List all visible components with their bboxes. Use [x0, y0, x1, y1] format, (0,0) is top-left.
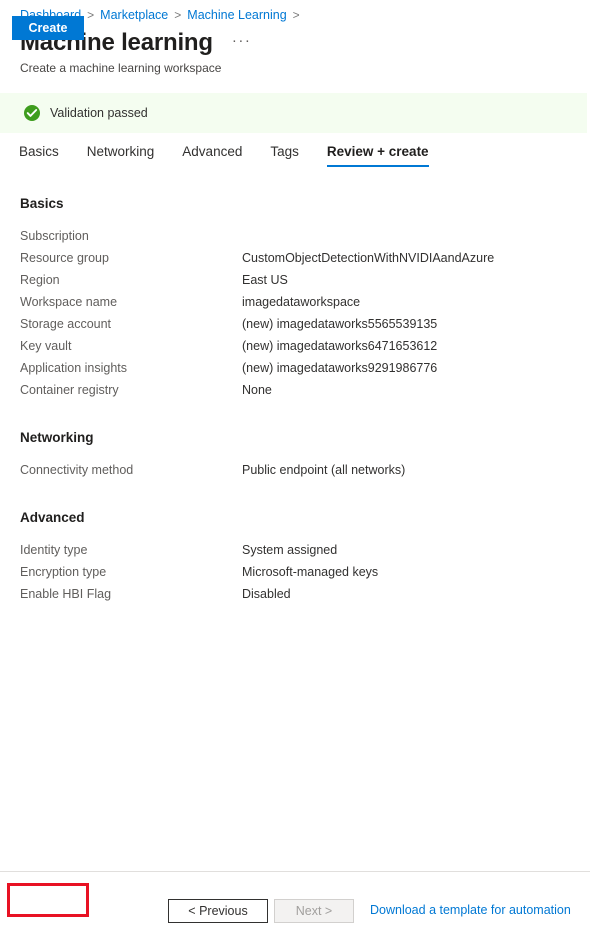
create-button[interactable]: Create — [12, 16, 84, 40]
summary-row-label: Container registry — [20, 383, 119, 397]
summary-row: Region East US — [20, 269, 590, 291]
summary-row-value: Microsoft-managed keys — [242, 565, 379, 579]
summary-row-label: Region — [20, 273, 60, 287]
summary-row: Identity type System assigned — [20, 539, 590, 561]
summary-row: Key vault (new) imagedataworks6471653612 — [20, 335, 590, 357]
summary-row-value: Disabled — [242, 587, 291, 601]
section-title: Basics — [20, 196, 64, 211]
summary-row-value: imagedataworkspace — [242, 295, 361, 309]
validation-banner: Validation passed — [0, 93, 587, 133]
tab-basics[interactable]: Basics — [19, 143, 73, 167]
summary-row-value: System assigned — [242, 543, 338, 557]
review-summary: Basics Subscription Resource group CustomOb… — [0, 195, 590, 605]
create-button-highlight — [7, 883, 89, 917]
tab-networking[interactable]: Networking — [73, 143, 169, 167]
check-circle-icon — [24, 105, 40, 121]
summary-row-label: Connectivity method — [20, 463, 134, 477]
download-template-link[interactable]: Download a template for automation — [370, 903, 571, 917]
breadcrumb-item-machine-learning[interactable]: Machine Learning — [187, 8, 286, 22]
summary-row-value: Public endpoint (all networks) — [242, 463, 406, 477]
breadcrumb-separator-icon: > — [292, 8, 300, 22]
summary-section-basics: Basics Subscription Resource group CustomOb… — [20, 195, 590, 401]
summary-row: Subscription — [20, 225, 590, 247]
tab-review-create[interactable]: Review + create — [313, 143, 443, 167]
more-actions-icon[interactable]: ··· — [229, 32, 255, 55]
summary-row-label: Encryption type — [20, 565, 107, 579]
page-header: Machine learning ··· — [0, 23, 590, 58]
summary-row: Container registry None — [20, 379, 590, 401]
summary-row: Encryption type Microsoft-managed keys — [20, 561, 590, 583]
next-button: Next > — [274, 899, 354, 923]
wizard-tabs: Basics Networking Advanced Tags Review + cre… — [0, 133, 590, 167]
tab-tags[interactable]: Tags — [256, 143, 313, 167]
section-title: Networking — [20, 430, 94, 445]
summary-section-networking: Networking Connectivity method Public endp… — [20, 429, 590, 481]
summary-row: Storage account (new) imagedataworks55655… — [20, 313, 590, 335]
summary-row-label: Workspace name — [20, 295, 118, 309]
summary-row-label: Enable HBI Flag — [20, 587, 112, 601]
section-title: Advanced — [20, 510, 85, 525]
validation-message: Validation passed — [50, 106, 148, 120]
summary-section-advanced: Advanced Identity type System assigned Encr… — [20, 509, 590, 605]
summary-row: Enable HBI Flag Disabled — [20, 583, 590, 605]
summary-row-label: Subscription — [20, 229, 89, 243]
summary-row: Connectivity method Public endpoint (all … — [20, 459, 590, 481]
summary-row-label: Application insights — [20, 361, 128, 375]
summary-row: Application insights (new) imagedataworks… — [20, 357, 590, 379]
summary-row-value: (new) imagedataworks6471653612 — [242, 339, 438, 353]
breadcrumb-separator-icon: > — [87, 8, 95, 22]
summary-row-label: Storage account — [20, 317, 112, 331]
summary-row-label: Resource group — [20, 251, 109, 265]
breadcrumb-separator-icon: > — [174, 8, 182, 22]
tab-advanced[interactable]: Advanced — [168, 143, 256, 167]
page-subtitle: Create a machine learning workspace — [20, 61, 222, 75]
summary-row: Workspace name imagedataworkspace — [20, 291, 590, 313]
summary-row-value: None — [242, 383, 272, 397]
summary-row: Resource group CustomObjectDetectionWithN… — [20, 247, 590, 269]
summary-row-value: (new) imagedataworks9291986776 — [242, 361, 438, 375]
breadcrumb-item-marketplace[interactable]: Marketplace — [100, 8, 168, 22]
summary-row-value: CustomObjectDetectionWithNVIDIAandAzure — [242, 251, 495, 265]
previous-button[interactable]: < Previous — [168, 899, 268, 923]
summary-row-label: Identity type — [20, 543, 88, 557]
summary-row-label: Key vault — [20, 339, 72, 353]
summary-row-value: (new) imagedataworks5565539135 — [242, 317, 438, 331]
summary-row-value: East US — [242, 273, 288, 287]
breadcrumb: Dashboard > Marketplace > Machine Learning > — [0, 0, 590, 23]
